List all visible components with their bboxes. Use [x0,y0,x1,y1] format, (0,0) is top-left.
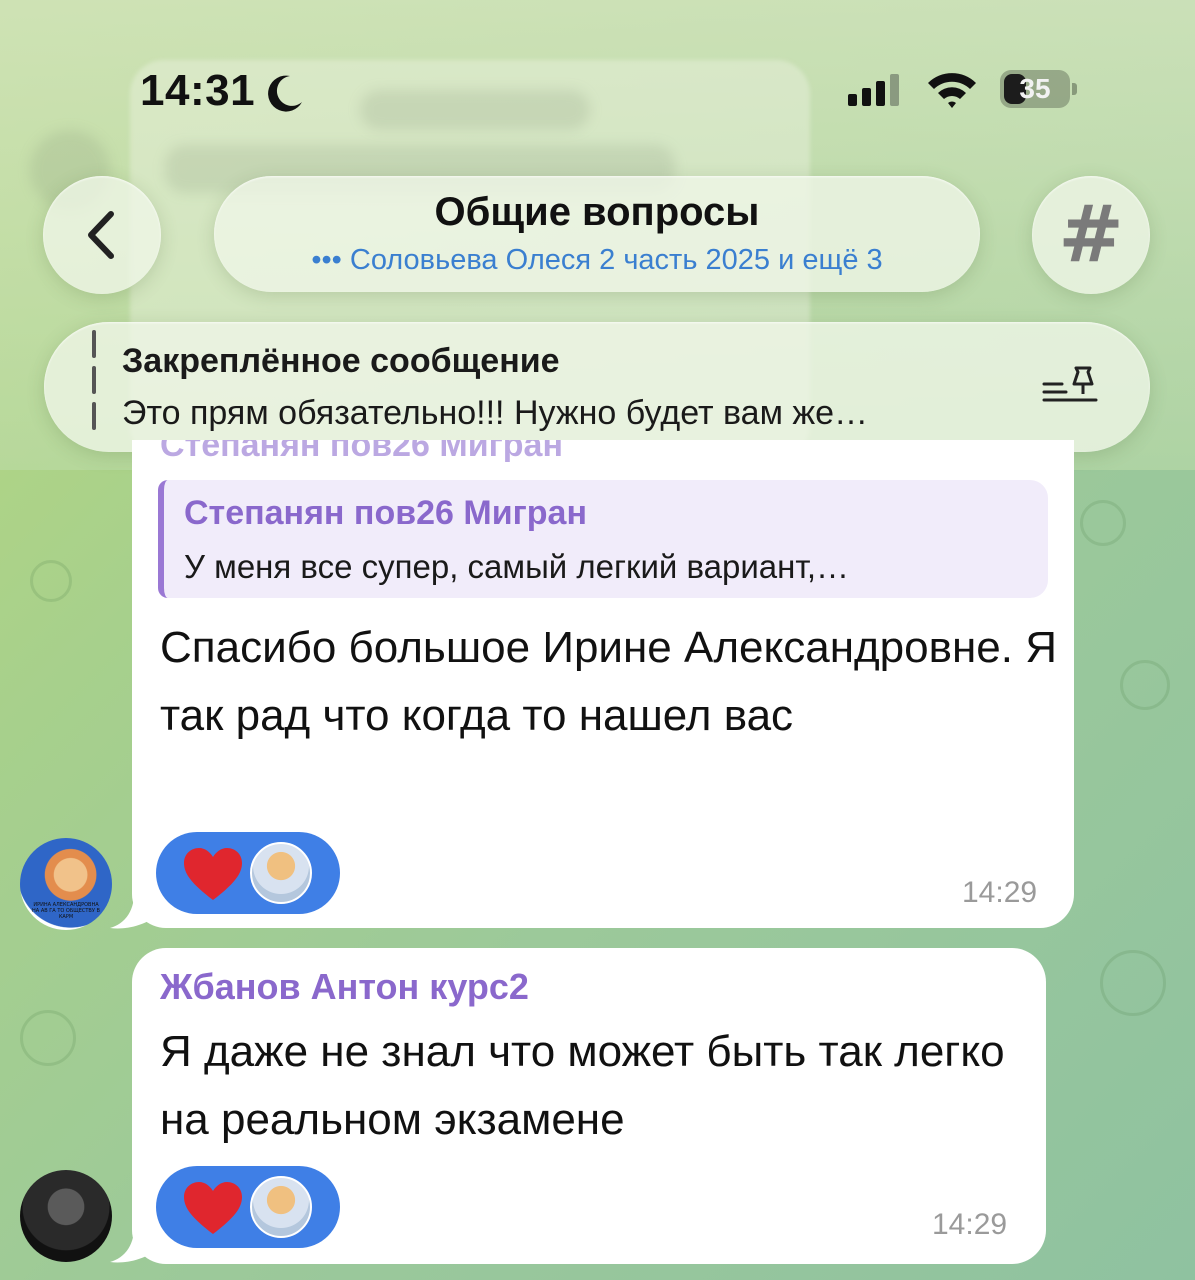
bubble-tail [110,1228,150,1263]
message-sender[interactable]: Жбанов Антон курс2 [160,966,529,1008]
blurred-row [360,90,590,130]
back-button[interactable] [43,176,161,294]
reply-sender: Степанян пов26 Мигран [184,494,587,532]
reply-text: У меня все супер, самый легкий вариант,… [184,548,850,585]
background-doodle [20,1010,76,1066]
sender-avatar[interactable] [20,1170,112,1262]
reactor-avatar [250,1176,312,1238]
battery-indicator: 35 [1000,70,1078,108]
hashtag-icon: # [1058,190,1124,280]
heart-reaction[interactable] [156,832,340,914]
topics-button[interactable]: # [1032,176,1150,294]
pin-list-icon[interactable] [1040,362,1100,414]
heart-reaction[interactable] [156,1166,340,1248]
moon-icon [268,75,302,112]
chevron-left-icon [88,211,114,259]
heart-icon [184,848,242,900]
battery-tip [1072,83,1077,95]
message-text: Спасибо большое Ирине Александровне. Я т… [160,623,1057,740]
sender-avatar[interactable]: ИРИНА АЛЕКСАНДРОВНА НА АВ ГА ТО ОБЩЕСТВУ… [20,838,112,930]
background-doodle [1120,660,1170,710]
pinned-indicator [92,330,96,440]
wifi-icon [928,73,976,108]
status-time: 14:31 [140,66,256,115]
signal-icon [848,74,899,106]
pinned-title: Закреплённое сообщение [122,342,560,380]
message-time: 14:29 [932,1208,1008,1241]
message-time: 14:29 [962,876,1038,909]
heart-icon [184,1182,242,1234]
chat-title: Общие вопросы [434,190,760,234]
message-sender-cut: Степанян пов26 Мигран [160,440,563,462]
reactor-avatar [250,842,312,904]
pinned-text: Это прям обязательно!!! Нужно будет вам … [122,394,869,432]
background-doodle [1100,950,1166,1016]
bubble-tail [110,894,150,929]
avatar-caption: ИРИНА АЛЕКСАНДРОВНА НА АВ ГА ТО ОБЩЕСТВУ… [32,902,100,920]
message-text: Я даже не знал что может быть так легко … [160,1027,1005,1144]
background-doodle [1080,500,1126,546]
battery-level: 35 [1019,73,1051,104]
background-doodle [30,560,72,602]
chat-subtitle: ••• Соловьева Олеся 2 часть 2025 и ещё 3 [311,244,883,276]
